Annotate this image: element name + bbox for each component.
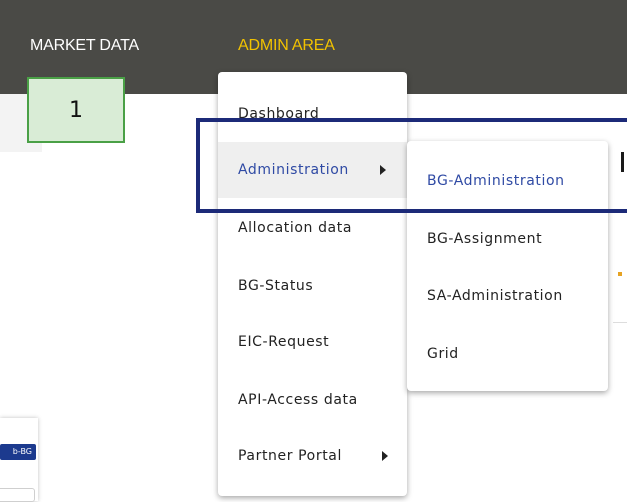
nav-market-data[interactable]: MARKET DATA: [30, 37, 139, 55]
menu-item-label: Allocation data: [238, 220, 352, 236]
submenu-item-bg-assignment[interactable]: BG-Assignment: [407, 210, 608, 268]
annotation-highlight-box: [196, 118, 627, 213]
submenu-item-label: SA-Administration: [427, 288, 563, 304]
background-outline-button[interactable]: [0, 488, 35, 502]
submenu-item-label: BG-Assignment: [427, 231, 543, 247]
submenu-item-grid[interactable]: Grid: [407, 325, 608, 383]
menu-item-label: Partner Portal: [238, 448, 342, 464]
submenu-item-label: Grid: [427, 346, 459, 362]
nav-admin-area[interactable]: ADMIN AREA: [238, 37, 335, 55]
menu-item-label: BG-Status: [238, 278, 314, 294]
menu-item-label: API-Access data: [238, 392, 358, 408]
menu-item-eic-request[interactable]: EIC-Request: [218, 314, 407, 370]
caret-right-icon: [382, 451, 388, 461]
menu-item-api-access-data[interactable]: API-Access data: [218, 372, 407, 428]
menu-item-label: EIC-Request: [238, 334, 330, 350]
menu-item-bg-status[interactable]: BG-Status: [218, 258, 407, 314]
menu-item-partner-portal[interactable]: Partner Portal: [218, 428, 407, 484]
background-edge-dot: [618, 272, 622, 276]
background-edge-line: [613, 322, 627, 323]
step-number-badge: 1: [27, 77, 125, 143]
background-chip[interactable]: b-BG: [0, 444, 36, 460]
submenu-item-sa-administration[interactable]: SA-Administration: [407, 267, 608, 325]
